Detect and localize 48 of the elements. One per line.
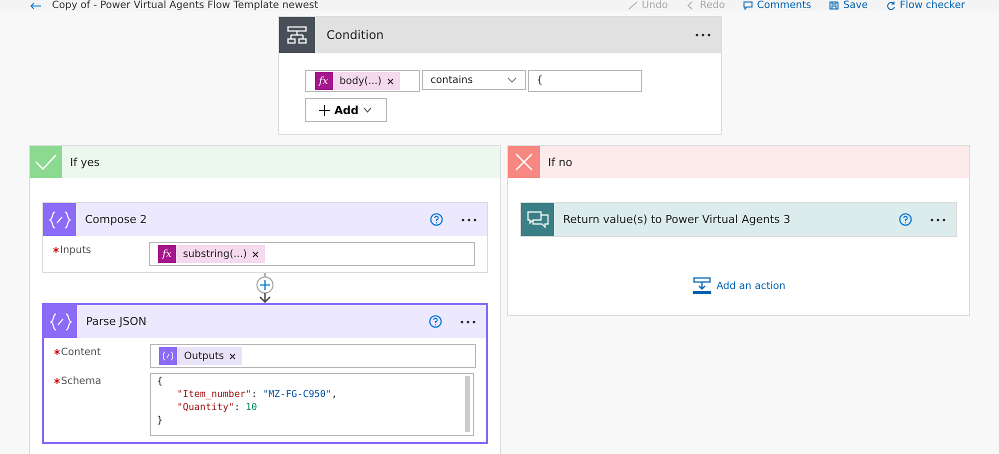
help-icon[interactable] [430, 213, 443, 226]
value-field[interactable]: { [528, 70, 642, 92]
more-options-icon[interactable] [460, 320, 476, 324]
flow-title: Copy of - Power Virtual Agents Flow Template newest [52, 0, 318, 11]
input-field[interactable]: fx substring(...) [149, 242, 475, 266]
chevron-down-icon [362, 107, 372, 113]
remove-icon[interactable] [386, 78, 394, 84]
help-icon[interactable] [899, 213, 912, 226]
more-options-icon[interactable] [694, 33, 710, 37]
action-card[interactable]: Parse JSON Content Outputs Schema { "Item_number": "MZ-FG-C950", "Quantity": 10 } [42, 303, 488, 444]
input-field[interactable]: Outputs [150, 344, 476, 368]
remove-icon[interactable] [228, 352, 236, 360]
action-title: Parse JSON [86, 315, 148, 328]
add-action-link[interactable]: Add an action [692, 277, 786, 295]
insert-step-icon[interactable] [255, 273, 275, 303]
toolbar-button[interactable]: Flow checker [882, 0, 969, 11]
branch-title: If yes [70, 156, 100, 168]
field-label: Schema [61, 376, 102, 387]
help-icon[interactable] [429, 315, 442, 328]
scrollbar[interactable] [465, 376, 470, 432]
toolbar-button[interactable]: Save [825, 0, 872, 11]
more-options-icon[interactable] [930, 218, 946, 222]
add-step-icon [692, 277, 712, 295]
toolbar-button[interactable]: Comments [739, 0, 816, 11]
remove-icon[interactable] [252, 250, 259, 258]
braces-icon [44, 305, 77, 338]
action-card[interactable]: Compose 2 Inputs fx substring(...) [42, 202, 488, 273]
chat-bubbles-icon [521, 203, 554, 236]
action-title: Compose 2 [85, 213, 148, 226]
plus-icon [319, 104, 330, 116]
action-card[interactable]: Return value(s) to Power Virtual Agents 3 [520, 202, 957, 237]
refresh-icon [886, 1, 896, 10]
more-options-icon[interactable] [461, 218, 477, 222]
field-label: Content [61, 347, 101, 358]
back-arrow-icon[interactable] [30, 2, 42, 10]
chevron-down-icon [506, 77, 516, 83]
speech-bubble-icon [743, 1, 754, 10]
braces-icon [43, 203, 76, 236]
add-button[interactable]: Add [304, 98, 386, 122]
code-editor[interactable]: { "Item_number": "MZ-FG-C950", "Quantity": 10 } [150, 373, 474, 436]
braces-icon [159, 347, 177, 365]
card-title: Condition [326, 28, 385, 42]
branch-title: If no [548, 156, 572, 168]
operator-dropdown[interactable]: contains [422, 70, 526, 90]
field-label: Inputs [60, 245, 92, 256]
action-title: Return value(s) to Power Virtual Agents 3 [563, 213, 792, 226]
slash-icon [628, 1, 638, 10]
condition-operand-field[interactable]: fx body(...) [304, 70, 420, 92]
